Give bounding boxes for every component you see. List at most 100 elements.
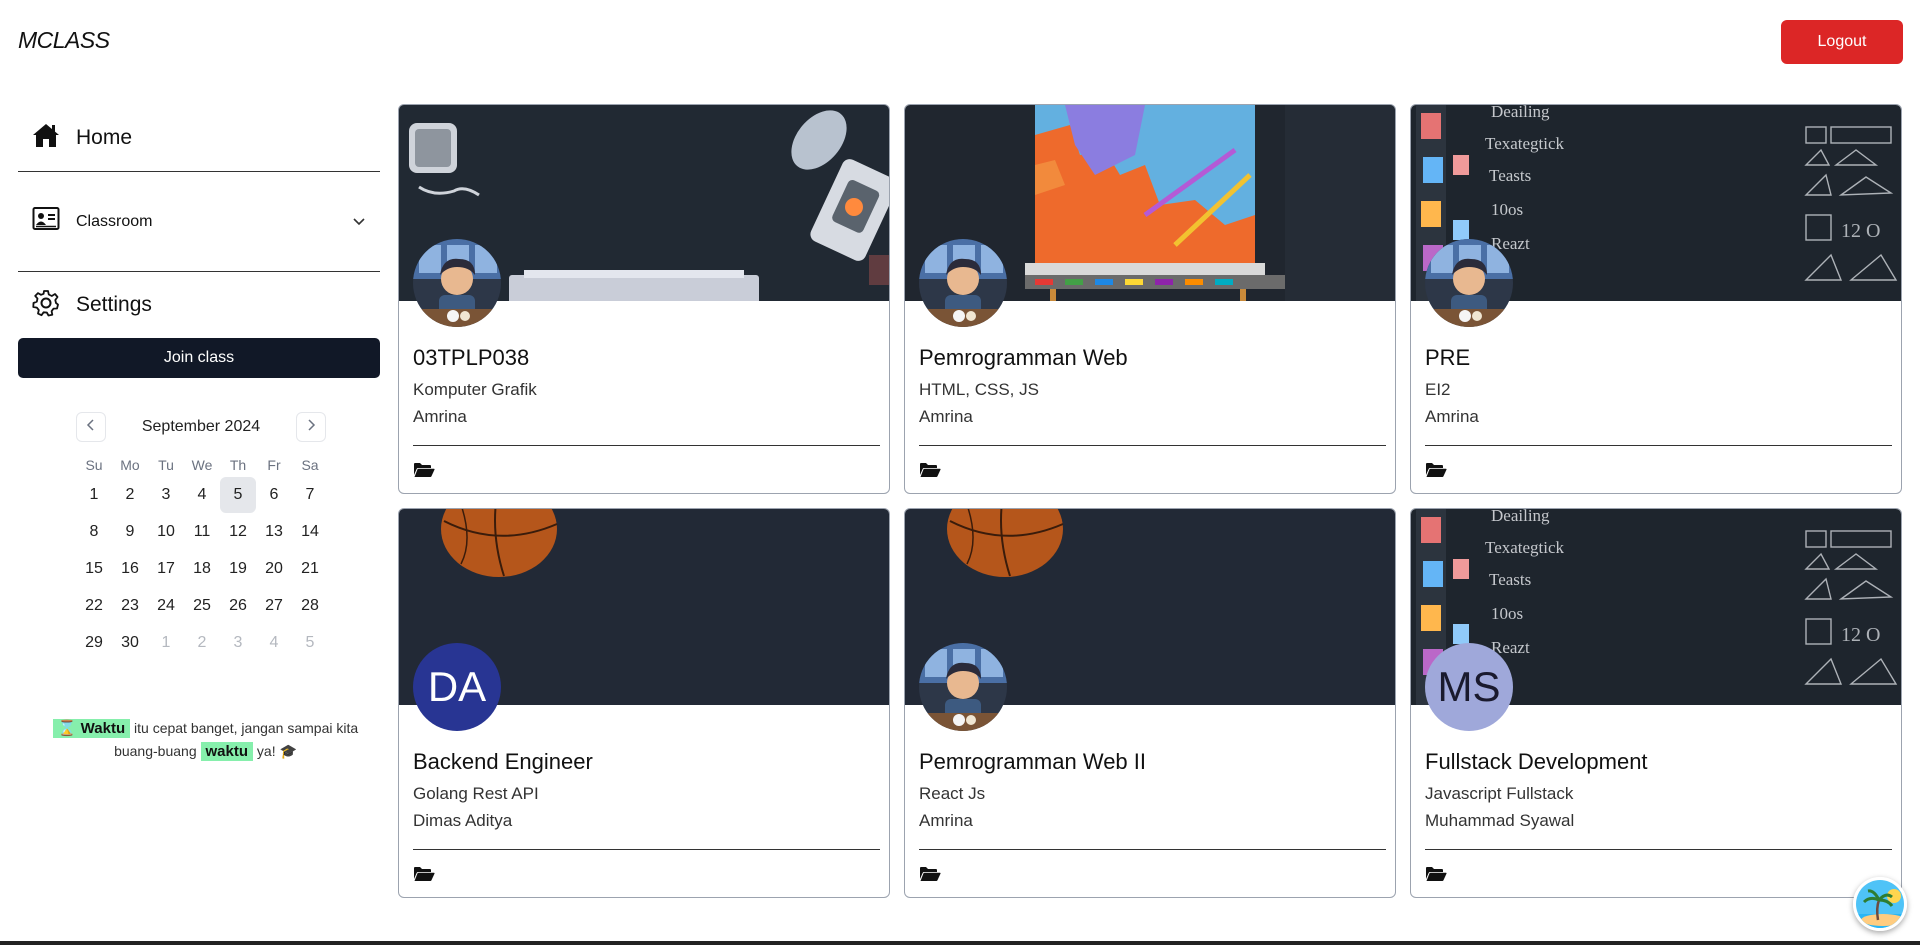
class-subject: Golang Rest API — [413, 784, 539, 803]
calendar-day[interactable]: 5 — [292, 625, 328, 661]
calendar-day[interactable]: 3 — [148, 477, 184, 513]
calendar-day[interactable]: 9 — [112, 514, 148, 550]
class-card[interactable]: Deailing Texategtick Teasts 10os Reazt e… — [1410, 508, 1902, 898]
calendar-day[interactable]: 4 — [256, 625, 292, 661]
calendar-day[interactable]: 23 — [112, 588, 148, 624]
calendar-day[interactable]: 15 — [76, 551, 112, 587]
calendar-day[interactable]: 28 — [292, 588, 328, 624]
calendar-day[interactable]: 8 — [76, 514, 112, 550]
calendar-day[interactable]: 16 — [112, 551, 148, 587]
calendar-day[interactable]: 4 — [184, 477, 220, 513]
calendar-day[interactable]: 17 — [148, 551, 184, 587]
calendar-day[interactable]: 12 — [220, 514, 256, 550]
class-teacher: Amrina — [1425, 407, 1479, 426]
calendar-next-button[interactable] — [296, 412, 326, 442]
calendar-day[interactable]: 3 — [220, 625, 256, 661]
sidebar-item-classroom[interactable]: Classroom — [18, 172, 380, 272]
calendar-day[interactable]: 20 — [256, 551, 292, 587]
class-card[interactable]: 03TPLP038 Komputer Grafik Amrina — [398, 104, 890, 494]
calendar-day[interactable]: 5 — [220, 476, 256, 513]
calendar-day[interactable]: 18 — [184, 551, 220, 587]
calendar-prev-button[interactable] — [76, 412, 106, 442]
class-card[interactable]: DA Backend Engineer Golang Rest API Dimas A… — [398, 508, 890, 898]
calendar-day[interactable]: 13 — [256, 514, 292, 550]
calendar-day[interactable]: 2 — [112, 477, 148, 513]
class-teacher: Muhammad Syawal — [1425, 811, 1575, 830]
calendar-day[interactable]: 1 — [76, 477, 112, 513]
chevron-right-icon — [306, 418, 316, 436]
quote-highlight: waktu — [200, 742, 254, 761]
card-divider — [413, 849, 880, 850]
class-subject: React Js — [919, 784, 986, 803]
calendar-day[interactable]: 14 — [292, 514, 328, 550]
calendar-day[interactable]: 19 — [220, 551, 256, 587]
sidebar: Home Classroom Settings Join class — [18, 104, 380, 378]
teacher-avatar — [919, 239, 1007, 327]
folder-open-icon[interactable] — [1425, 462, 1447, 483]
calendar-day[interactable]: 25 — [184, 588, 220, 624]
calendar-header: September 2024 — [76, 410, 326, 444]
card-divider — [1425, 445, 1892, 446]
folder-open-icon[interactable] — [413, 462, 435, 483]
calendar-day[interactable]: 22 — [76, 588, 112, 624]
floating-avatar-button[interactable] — [1853, 877, 1907, 931]
calendar-weekday: Su — [85, 457, 103, 473]
teacher-avatar — [1425, 239, 1513, 327]
svg-text:Texategtick: Texategtick — [1485, 134, 1565, 153]
folder-open-icon[interactable] — [919, 866, 941, 887]
calendar-day[interactable]: 11 — [184, 514, 220, 550]
folder-open-icon[interactable] — [413, 866, 435, 887]
class-teacher: Amrina — [919, 407, 973, 426]
svg-text:Texategtick: Texategtick — [1485, 538, 1565, 557]
teacher-avatar: MS — [1425, 643, 1513, 731]
calendar-day[interactable]: 24 — [148, 588, 184, 624]
class-subject: HTML, CSS, JS — [919, 380, 1039, 399]
sidebar-item-settings[interactable]: Settings — [18, 272, 380, 338]
calendar-weekday: Th — [229, 457, 247, 473]
teacher-avatar: DA — [413, 643, 501, 731]
brand-logo[interactable]: MCLASS — [18, 27, 110, 54]
sidebar-item-home[interactable]: Home — [18, 104, 380, 172]
teacher-avatar — [919, 643, 1007, 731]
class-title[interactable]: Pemrogramman Web II — [919, 749, 1146, 775]
logout-button[interactable]: Logout — [1781, 20, 1903, 64]
folder-open-icon[interactable] — [919, 462, 941, 483]
class-title[interactable]: Pemrogramman Web — [919, 345, 1128, 371]
svg-text:12 O: 12 O — [1841, 220, 1880, 242]
svg-text:Deailing: Deailing — [1491, 509, 1550, 525]
home-icon — [32, 122, 60, 153]
card-divider — [413, 445, 880, 446]
class-card[interactable]: Pemrogramman Web II React Js Amrina — [904, 508, 1396, 898]
class-title[interactable]: PRE — [1425, 345, 1470, 371]
chevron-down-icon[interactable] — [352, 214, 366, 232]
class-title[interactable]: Fullstack Development — [1425, 749, 1648, 775]
calendar-day[interactable]: 10 — [148, 514, 184, 550]
calendar-grid: Su Mo Tu We Th Fr Sa 1 2 3 4 5 6 7 8 9 10 11 12 13 14 15 16 17 1… — [76, 454, 326, 661]
calendar-day[interactable]: 27 — [256, 588, 292, 624]
class-card[interactable]: Pemrogramman Web HTML, CSS, JS Amrina — [904, 104, 1396, 494]
class-subject: Komputer Grafik — [413, 380, 537, 399]
folder-open-icon[interactable] — [1425, 866, 1447, 887]
chevron-left-icon — [86, 418, 96, 436]
calendar-day[interactable]: 26 — [220, 588, 256, 624]
svg-text:Teasts: Teasts — [1489, 166, 1531, 185]
teacher-avatar — [413, 239, 501, 327]
sidebar-item-label: Settings — [76, 293, 152, 316]
class-title[interactable]: Backend Engineer — [413, 749, 593, 775]
calendar-weekday: Tu — [158, 457, 174, 473]
join-class-button[interactable]: Join class — [18, 338, 380, 378]
class-card[interactable]: Deailing Texategtick Teasts 10os Reazt e… — [1410, 104, 1902, 494]
calendar-weekday: Fr — [267, 457, 281, 473]
sidebar-item-label: Home — [76, 125, 133, 149]
calendar-day[interactable]: 30 — [112, 625, 148, 661]
calendar-day[interactable]: 29 — [76, 625, 112, 661]
calendar-weekday: Mo — [120, 457, 140, 473]
calendar-day[interactable]: 2 — [184, 625, 220, 661]
class-title[interactable]: 03TPLP038 — [413, 345, 529, 371]
calendar-day[interactable]: 6 — [256, 477, 292, 513]
calendar-day[interactable]: 1 — [148, 625, 184, 661]
calendar-day[interactable]: 7 — [292, 477, 328, 513]
calendar-weekday: We — [191, 457, 213, 473]
calendar-day[interactable]: 21 — [292, 551, 328, 587]
motivation-quote: ⌛ Waktu itu cepat banget, jangan sampai … — [48, 717, 363, 763]
